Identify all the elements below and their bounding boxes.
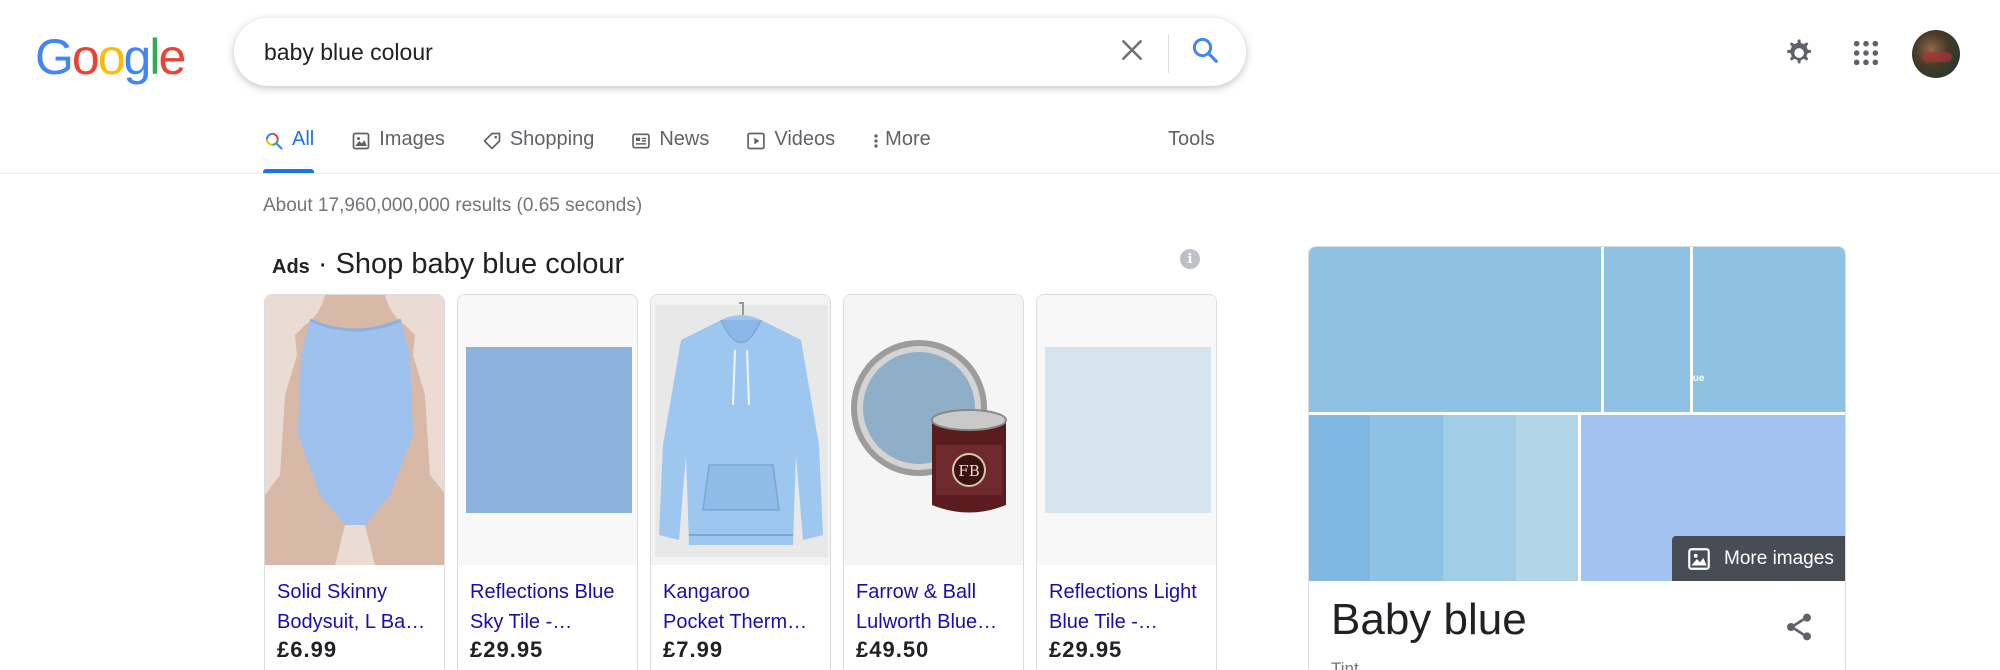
search-button[interactable] <box>1185 30 1225 70</box>
logo-letter: G <box>35 29 74 85</box>
product-price: £7.99 <box>663 637 724 662</box>
more-images-button[interactable]: More images <box>1672 536 1845 581</box>
image-tile[interactable] <box>1443 415 1516 581</box>
tabs-divider <box>0 173 2000 174</box>
gear-icon <box>1787 39 1812 64</box>
settings-button[interactable] <box>1777 32 1819 74</box>
product-name: Kangaroo Pocket Therm… <box>663 577 823 637</box>
search-tabs: All Images Shopping News Videos More <box>263 118 967 173</box>
tab-images[interactable]: Images <box>350 118 445 173</box>
product-name: Farrow & Ball Lulworth Blue… <box>856 577 1016 637</box>
product-price: £49.50 <box>856 637 930 662</box>
product-name-line: Farrow & Ball <box>856 581 977 603</box>
tab-label: Videos <box>774 128 836 150</box>
product-name: Solid Skinny Bodysuit, L Ba… <box>277 577 437 637</box>
product-image-bodysuit <box>265 295 444 565</box>
ads-separator: · <box>309 248 336 280</box>
product-card[interactable]: Reflections Light Blue Tile -… £29.95 <box>1036 294 1217 670</box>
google-logo[interactable]: Google <box>35 28 186 86</box>
play-icon <box>745 130 767 152</box>
news-icon <box>630 130 652 152</box>
search-divider <box>1168 35 1169 73</box>
tab-videos[interactable]: Videos <box>745 118 835 173</box>
image-tile[interactable] <box>1693 247 1845 412</box>
product-name-line: Reflections Light <box>1049 581 1197 603</box>
account-avatar[interactable] <box>1912 30 1960 78</box>
image-icon <box>350 130 372 152</box>
product-price: £29.95 <box>1049 637 1123 662</box>
knowledge-panel-title: Baby blue <box>1331 595 1527 644</box>
tile-caption: lue <box>1690 373 1705 384</box>
tab-label: News <box>659 128 710 150</box>
product-card[interactable]: Solid Skinny Bodysuit, L Ba… £6.99 <box>264 294 445 670</box>
search-icon <box>1192 37 1218 63</box>
product-image-tile <box>458 295 637 565</box>
image-tile[interactable] <box>1604 247 1690 412</box>
more-vert-icon <box>871 130 881 152</box>
product-name: Reflections Blue Sky Tile -… <box>470 577 630 637</box>
logo-letter: g <box>123 29 152 85</box>
ads-heading: Ads · Shop baby blue colour <box>272 248 624 281</box>
product-price: £29.95 <box>470 637 544 662</box>
tab-shopping[interactable]: Shopping <box>481 118 595 173</box>
apps-grid-icon <box>1853 40 1879 66</box>
tab-all[interactable]: All <box>263 118 315 173</box>
product-name-line: Reflections Blue <box>470 581 615 603</box>
svg-text:FB: FB <box>958 462 979 480</box>
product-name-line: Solid Skinny <box>277 581 388 603</box>
tag-icon <box>481 130 503 152</box>
product-card[interactable]: Reflections Blue Sky Tile -… £29.95 <box>457 294 638 670</box>
image-icon <box>1688 547 1710 570</box>
search-icon <box>263 130 285 152</box>
knowledge-panel-subtitle: Tint <box>1331 659 1359 670</box>
logo-letter: l <box>149 29 160 85</box>
product-name-line: Sky Tile -… <box>470 611 573 633</box>
logo-letter: o <box>97 29 126 85</box>
tile-swatch <box>1044 347 1211 513</box>
product-name-line: Bodysuit, L Ba… <box>277 611 426 633</box>
product-image-paint: FB <box>844 295 1023 565</box>
ads-label: Ads <box>272 256 310 278</box>
ads-heading-text: Shop baby blue colour <box>335 248 625 280</box>
google-apps-button[interactable] <box>1845 32 1887 74</box>
logo-letter: e <box>158 29 186 85</box>
product-card[interactable]: FB Farrow & Ball Lulworth Blue… £49.50 <box>843 294 1024 670</box>
knowledge-panel-image-grid[interactable]: lue <box>1309 247 1845 581</box>
image-tile[interactable] <box>1370 415 1443 581</box>
image-tile[interactable] <box>1309 415 1370 581</box>
tab-more[interactable]: More <box>871 118 931 173</box>
tab-label: Images <box>379 128 445 150</box>
product-name-line: Kangaroo <box>663 581 750 603</box>
share-button[interactable] <box>1779 607 1819 647</box>
product-image-tile <box>1037 295 1216 565</box>
logo-letter: o <box>71 29 100 85</box>
product-price: £6.99 <box>277 637 338 662</box>
tools-button[interactable]: Tools <box>1168 128 1215 151</box>
knowledge-panel: lue More images Baby blue Tint <box>1308 246 1846 670</box>
tab-news[interactable]: News <box>630 118 709 173</box>
product-name-line: Blue Tile -… <box>1049 611 1158 633</box>
search-box[interactable] <box>234 18 1246 86</box>
search-input[interactable] <box>264 18 1064 86</box>
share-icon <box>1787 613 1811 641</box>
image-tile[interactable] <box>1309 247 1601 412</box>
tab-label: Shopping <box>509 128 595 150</box>
more-images-label: More images <box>1724 547 1834 569</box>
product-image-hoodie <box>651 295 830 565</box>
clear-search-button[interactable] <box>1112 30 1152 70</box>
info-icon[interactable]: i <box>1180 249 1200 269</box>
product-name: Reflections Light Blue Tile -… <box>1049 577 1209 637</box>
product-name-line: Lulworth Blue… <box>856 611 998 633</box>
close-icon <box>1122 40 1142 60</box>
tab-label: More <box>885 128 931 150</box>
tab-label: All <box>292 128 315 150</box>
result-stats: About 17,960,000,000 results (0.65 secon… <box>263 195 643 216</box>
product-card[interactable]: Kangaroo Pocket Therm… £7.99 <box>650 294 831 670</box>
tile-swatch <box>465 347 632 513</box>
product-name-line: Pocket Therm… <box>663 611 808 633</box>
image-tile[interactable] <box>1516 415 1578 581</box>
